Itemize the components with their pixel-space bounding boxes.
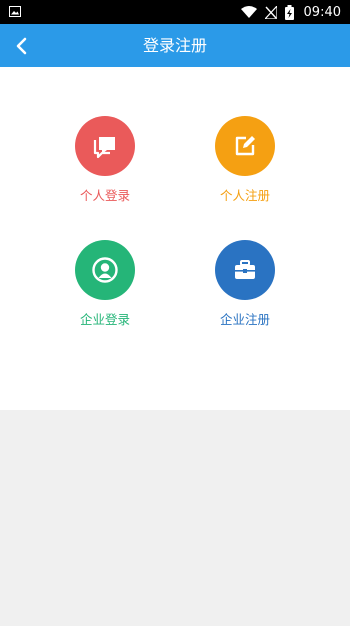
edit-icon [235,136,255,156]
enterprise-login-label: 企业登录 [79,312,130,327]
enterprise-login-circle [75,240,135,300]
personal-login-button[interactable]: 个人登录 [45,116,165,216]
status-bar: 09:40 [0,0,350,24]
battery-charging-icon [284,4,294,20]
personal-register-button[interactable]: 个人注册 [185,116,305,216]
status-icons: 09:40 [240,0,341,24]
app-bar: 登录注册 [0,24,350,67]
enterprise-register-circle [215,240,275,300]
personal-login-circle [75,116,135,176]
empty-background [0,410,350,626]
login-register-panel: 个人登录 个人注册 企业登录 企业注册 [0,67,350,410]
status-time: 09:40 [303,4,341,20]
enterprise-register-label: 企业注册 [219,312,270,327]
page-title: 登录注册 [142,36,207,55]
personal-register-circle [215,116,275,176]
enterprise-login-button[interactable]: 企业登录 [45,240,165,340]
user-circle-icon [92,257,118,283]
chat-bubbles-icon [93,137,115,159]
image-icon [9,6,21,17]
enterprise-register-button[interactable]: 企业注册 [185,240,305,340]
briefcase-icon [235,260,255,279]
no-signal-icon [264,5,277,19]
wifi-icon [240,6,257,18]
personal-login-label: 个人登录 [79,188,130,203]
personal-register-label: 个人注册 [219,188,270,203]
